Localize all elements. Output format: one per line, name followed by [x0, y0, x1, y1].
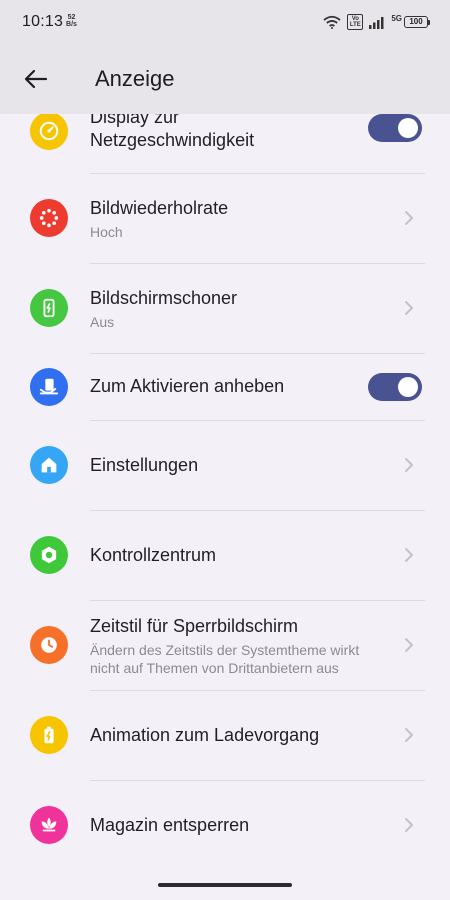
toggle-knob [398, 377, 418, 397]
control-center-icon [30, 536, 68, 574]
setting-row-lockscreen-clock-style[interactable]: Zeitstil für Sperrbildschirm Ändern des … [0, 601, 450, 690]
clock-icon [30, 626, 68, 664]
setting-value: Hoch [90, 224, 123, 240]
raise-hand-phone-icon [30, 368, 68, 406]
net-speed-unit: B/s [66, 21, 77, 28]
app-bar: Anzeige [0, 44, 450, 114]
chevron-right-icon [405, 728, 413, 742]
setting-value: Aus [90, 314, 115, 330]
page-title: Anzeige [95, 66, 175, 91]
lotus-icon [30, 806, 68, 844]
setting-row-raise-to-wake[interactable]: Zum Aktivieren anheben [0, 354, 450, 420]
network-type-label: 5G [391, 13, 402, 23]
back-button[interactable] [21, 64, 51, 94]
wifi-icon [323, 15, 341, 29]
setting-title: Bildschirmschoner [90, 288, 238, 308]
setting-row-charging-animation[interactable]: Animation zum Ladevorgang [0, 691, 450, 780]
refresh-rate-icon [30, 199, 68, 237]
setting-row-home-settings[interactable]: Einstellungen [0, 421, 450, 510]
status-bar: 10:13 52 B/s Vo LTE 5G 100 [0, 0, 450, 44]
battery-level: 100 [404, 16, 428, 28]
signal-strength-icon [369, 16, 384, 29]
chevron-right-icon [405, 458, 413, 472]
chevron-right-icon [405, 638, 413, 652]
network-speed-toggle[interactable] [368, 114, 422, 142]
chevron-right-icon [405, 301, 413, 315]
setting-title: Bildwiederholrate [90, 198, 229, 218]
setting-description: Ändern des Zeitstils der Systemtheme wir… [90, 642, 360, 658]
chevron-right-icon [405, 548, 413, 562]
home-indicator[interactable] [158, 883, 292, 887]
setting-title: Magazin entsperren [90, 815, 250, 835]
home-icon [30, 446, 68, 484]
settings-list: Display zur Netzgeschwindigkeit Bildwied… [0, 0, 450, 900]
status-clock: 10:13 [22, 13, 64, 30]
setting-title: Zeitstil für Sperrbildschirm [90, 616, 299, 636]
setting-title: Kontrollzentrum [90, 545, 217, 565]
setting-row-refresh-rate[interactable]: Bildwiederholrate Hoch [0, 174, 450, 263]
net-speed-value: 52 [67, 14, 76, 21]
arrow-left-icon [24, 69, 48, 89]
setting-title: Animation zum Ladevorgang [90, 725, 320, 745]
toggle-knob [398, 118, 418, 138]
setting-row-screensaver[interactable]: Bildschirmschoner Aus [0, 264, 450, 353]
setting-description-continued: nicht auf Themen von Drittanbietern aus [90, 660, 339, 676]
chevron-right-icon [405, 211, 413, 225]
setting-title: Einstellungen [90, 455, 199, 475]
setting-row-network-speed-display[interactable]: Display zur Netzgeschwindigkeit [0, 106, 450, 172]
battery-charging-icon [30, 716, 68, 754]
setting-title: Zum Aktivieren anheben [90, 376, 285, 396]
raise-to-wake-toggle[interactable] [368, 373, 422, 401]
battery-icon: 100 [404, 16, 430, 28]
setting-title-continued: Netzgeschwindigkeit [90, 130, 255, 150]
setting-row-control-center[interactable]: Kontrollzentrum [0, 511, 450, 600]
network-speed-indicator: 52 B/s [66, 14, 77, 28]
setting-row-magazine-unlock[interactable]: Magazin entsperren [0, 781, 450, 870]
screensaver-icon [30, 289, 68, 327]
speedometer-icon [30, 112, 68, 150]
volte-icon: Vo LTE [347, 14, 364, 30]
chevron-right-icon [405, 818, 413, 832]
